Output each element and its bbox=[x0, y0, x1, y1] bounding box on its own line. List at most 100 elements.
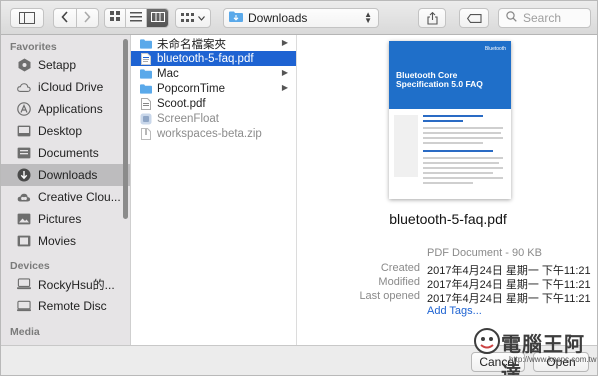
tags-button[interactable] bbox=[459, 8, 489, 28]
setapp-icon bbox=[17, 58, 31, 72]
pdf-thumbnail: Bluetooth Bluetooth Core Specification 5… bbox=[389, 41, 511, 199]
sidebar-item-icloud-drive[interactable]: iCloud Drive bbox=[1, 76, 130, 98]
file-name: Scoot.pdf bbox=[157, 97, 206, 110]
gallery-grid-icon bbox=[181, 13, 195, 23]
scrollbar-thumb[interactable] bbox=[123, 39, 128, 219]
created-label: Created bbox=[380, 262, 420, 274]
modified-label: Modified bbox=[378, 276, 420, 288]
downloads-icon bbox=[17, 168, 31, 182]
folder-icon bbox=[140, 38, 152, 50]
forward-button[interactable] bbox=[77, 9, 99, 27]
share-button[interactable] bbox=[418, 8, 446, 28]
sidebar-item-label: Downloads bbox=[38, 168, 98, 182]
sidebar-item-label: Desktop bbox=[38, 124, 83, 138]
icon-view-button[interactable] bbox=[105, 9, 126, 27]
pdf-icon bbox=[140, 97, 152, 110]
view-mode-switcher bbox=[104, 8, 169, 28]
computer-icon bbox=[17, 277, 31, 291]
sidebar-item-label: iCloud Drive bbox=[38, 80, 104, 94]
file-row-bluetooth-pdf[interactable]: bluetooth-5-faq.pdf bbox=[131, 51, 296, 66]
add-tags-link[interactable]: Add Tags... bbox=[427, 305, 482, 317]
media-header: Media bbox=[10, 326, 40, 338]
list-view-button[interactable] bbox=[126, 9, 147, 27]
desktop-icon bbox=[17, 124, 31, 138]
sidebar-item-downloads[interactable]: Downloads bbox=[1, 164, 130, 186]
chevron-down-icon bbox=[198, 15, 205, 21]
watermark-text: 電腦王阿達 bbox=[501, 334, 585, 376]
sidebar-item-label: Creative Clou... bbox=[38, 190, 121, 204]
file-row-mac[interactable]: Mac ▶ bbox=[131, 66, 296, 81]
cloud-icon bbox=[17, 80, 31, 94]
file-row-popcorntime[interactable]: PopcornTime ▶ bbox=[131, 81, 296, 96]
back-button[interactable] bbox=[54, 9, 77, 27]
favorites-header: Favorites bbox=[10, 41, 57, 53]
sidebar-item-creative-cloud[interactable]: Creative Clou... bbox=[1, 186, 130, 208]
file-row-workspaces-zip[interactable]: workspaces-beta.zip bbox=[131, 126, 296, 141]
preview-kind: PDF Document - 90 KB bbox=[427, 247, 542, 259]
toolbar: Downloads ▲ ▼ Search bbox=[1, 1, 597, 35]
file-name: Mac bbox=[157, 67, 179, 80]
documents-icon bbox=[17, 146, 31, 160]
sidebar-item-applications[interactable]: Applications bbox=[1, 98, 130, 120]
sidebar-item-label: Movies bbox=[38, 234, 77, 248]
sidebar-item-remote-disc[interactable]: Remote Disc bbox=[1, 295, 130, 317]
disclosure-arrow-icon: ▶ bbox=[281, 68, 288, 77]
sidebar-icon bbox=[19, 12, 35, 24]
thumbnail-title: Bluetooth Core Specification 5.0 FAQ bbox=[396, 70, 483, 89]
open-file-dialog: Downloads ▲ ▼ Search Favorites Setapp iCl… bbox=[0, 0, 598, 376]
sidebar-item-computer[interactable]: RockyHsu的... bbox=[1, 273, 130, 295]
sidebar-scrollbar[interactable] bbox=[122, 35, 129, 219]
pictures-icon bbox=[17, 212, 31, 226]
sidebar-item-documents[interactable]: Documents bbox=[1, 142, 130, 164]
location-popup[interactable]: Downloads ▲ ▼ bbox=[223, 8, 379, 28]
creative-cloud-icon bbox=[17, 190, 31, 204]
downloads-folder-icon bbox=[229, 11, 243, 25]
file-name: 未命名檔案夾 bbox=[157, 38, 226, 51]
preview-pane: Bluetooth Bluetooth Core Specification 5… bbox=[297, 35, 597, 345]
search-icon bbox=[506, 11, 517, 25]
sidebar-item-pictures[interactable]: Pictures bbox=[1, 208, 130, 230]
sidebar-item-label: RockyHsu的... bbox=[38, 277, 115, 292]
sidebar-toggle-button[interactable] bbox=[10, 8, 44, 28]
file-name: PopcornTime bbox=[157, 82, 225, 95]
app-icon bbox=[140, 113, 152, 125]
file-name: workspaces-beta.zip bbox=[157, 127, 262, 140]
file-row-folder[interactable]: 未命名檔案夾 ▶ bbox=[131, 36, 296, 51]
folder-icon bbox=[140, 68, 152, 80]
search-field[interactable]: Search bbox=[498, 8, 591, 28]
sidebar-item-label: Documents bbox=[38, 146, 99, 160]
pdf-icon bbox=[140, 52, 152, 65]
chevron-right-icon bbox=[83, 10, 91, 26]
arrange-menu-button[interactable] bbox=[175, 8, 211, 28]
sidebar-item-movies[interactable]: Movies bbox=[1, 230, 130, 252]
sidebar-item-desktop[interactable]: Desktop bbox=[1, 120, 130, 142]
search-placeholder: Search bbox=[523, 11, 562, 25]
location-label: Downloads bbox=[248, 11, 308, 25]
last-opened-label: Last opened bbox=[359, 290, 420, 302]
mascot-icon bbox=[474, 328, 500, 354]
navigation-buttons bbox=[53, 8, 99, 28]
sidebar-item-setapp[interactable]: Setapp bbox=[1, 54, 130, 76]
watermark: 電腦王阿達 http://www.kocpc.com.tw bbox=[471, 325, 597, 375]
zip-icon bbox=[140, 127, 152, 140]
file-row-screenfloat[interactable]: ScreenFloat bbox=[131, 111, 296, 126]
column-view-button[interactable] bbox=[147, 9, 168, 27]
file-row-scoot-pdf[interactable]: Scoot.pdf bbox=[131, 96, 296, 111]
grid-icon bbox=[109, 11, 121, 25]
chevron-left-icon bbox=[61, 10, 69, 26]
updown-arrows-icon: ▲ ▼ bbox=[364, 10, 372, 25]
sidebar-item-label: Applications bbox=[38, 102, 103, 116]
devices-header: Devices bbox=[10, 260, 50, 272]
preview-file-name: bluetooth-5-faq.pdf bbox=[389, 211, 507, 227]
sidebar-item-label: Setapp bbox=[38, 58, 77, 72]
file-name: bluetooth-5-faq.pdf bbox=[157, 52, 254, 65]
applications-icon bbox=[17, 102, 31, 116]
tag-icon bbox=[466, 13, 482, 23]
movies-icon bbox=[17, 234, 31, 248]
disc-icon bbox=[17, 299, 31, 313]
sidebar-item-label: Remote Disc bbox=[38, 299, 107, 313]
last-opened-value: 2017年4月24日 星期一 下午11:21 bbox=[427, 293, 591, 305]
bluetooth-logo: Bluetooth bbox=[484, 46, 506, 52]
disclosure-arrow-icon: ▶ bbox=[281, 38, 288, 47]
disclosure-arrow-icon: ▶ bbox=[281, 83, 288, 92]
